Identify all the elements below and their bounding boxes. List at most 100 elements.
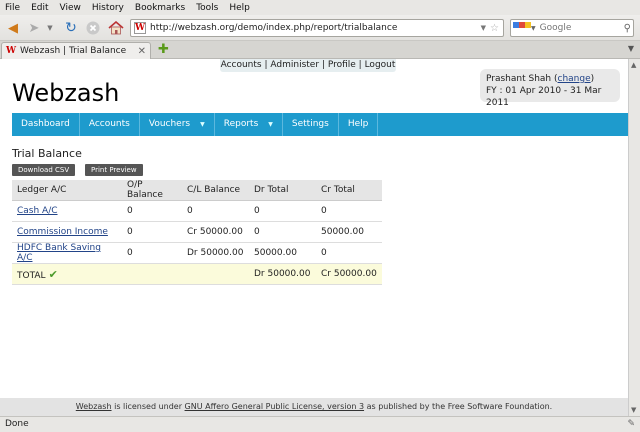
user-info-box: Prashant Shah (change) FY : 01 Apr 2010 … bbox=[480, 69, 620, 108]
link-profile[interactable]: Profile bbox=[328, 60, 356, 70]
new-tab-icon[interactable]: ✚ bbox=[158, 42, 169, 57]
google-engine-icon[interactable] bbox=[513, 22, 531, 34]
check-icon: ✔ bbox=[48, 267, 58, 281]
page-footer: Webzash is licensed under GNU Affero Gen… bbox=[0, 398, 628, 416]
trial-balance-table: Ledger A/C O/P Balance C/L Balance Dr To… bbox=[12, 180, 382, 285]
back-button[interactable]: ◀ bbox=[4, 19, 22, 37]
ledger-link[interactable]: Cash A/C bbox=[17, 206, 58, 216]
ledger-link[interactable]: HDFC Bank Saving A/C bbox=[17, 243, 101, 263]
cr-total-cell: 0 bbox=[316, 242, 382, 264]
link-logout[interactable]: Logout bbox=[365, 60, 396, 70]
op-balance-cell: 0 bbox=[122, 221, 182, 243]
link-administer[interactable]: Administer bbox=[270, 60, 319, 70]
menu-history[interactable]: History bbox=[92, 3, 124, 13]
main-navigation: Dashboard Accounts Vouchers ▼ Reports ▼ Se… bbox=[12, 113, 632, 136]
search-bar[interactable]: ▼ ⚲ bbox=[510, 19, 634, 37]
footer-license-link[interactable]: GNU Affero General Public License, versi… bbox=[185, 402, 365, 411]
url-dropdown-icon[interactable]: ▼ bbox=[481, 24, 486, 32]
table-row: Commission Income 0 Cr 50000.00 0 50000.… bbox=[12, 221, 382, 243]
op-balance-cell: 0 bbox=[122, 200, 182, 222]
addon-icon[interactable]: ✎ bbox=[627, 417, 635, 432]
total-row: TOTAL ✔ Dr 50000.00 Cr 50000.00 bbox=[12, 263, 382, 285]
status-bar: Done ✎ bbox=[0, 416, 640, 432]
download-csv-button[interactable]: Download CSV bbox=[12, 164, 76, 176]
page-title: Trial Balance bbox=[12, 147, 82, 160]
total-cr-cell: Cr 50000.00 bbox=[316, 263, 382, 285]
web-page: Accounts | Administer | Profile | Logout… bbox=[0, 59, 640, 416]
menu-bookmarks[interactable]: Bookmarks bbox=[135, 3, 185, 13]
status-text: Done bbox=[5, 419, 29, 429]
nav-vouchers[interactable]: Vouchers ▼ bbox=[140, 113, 215, 136]
address-bar[interactable]: W http://webzash.org/demo/index.php/repo… bbox=[130, 19, 504, 37]
search-icon[interactable]: ⚲ bbox=[624, 23, 631, 34]
footer-webzash-link[interactable]: Webzash bbox=[76, 402, 112, 411]
col-cl-balance: C/L Balance bbox=[182, 180, 249, 201]
nav-accounts[interactable]: Accounts bbox=[80, 113, 140, 136]
col-op-balance: O/P Balance bbox=[122, 180, 182, 201]
forward-button[interactable]: ➤ bbox=[26, 19, 42, 37]
close-tab-icon[interactable]: ✕ bbox=[138, 46, 146, 57]
menu-view[interactable]: View bbox=[60, 3, 81, 13]
site-favicon-icon: W bbox=[134, 22, 146, 34]
search-input[interactable] bbox=[539, 23, 620, 33]
table-row: Cash A/C 0 0 0 0 bbox=[12, 200, 382, 222]
table-row: HDFC Bank Saving A/C 0 Dr 50000.00 50000… bbox=[12, 242, 382, 264]
print-preview-button[interactable]: Print Preview bbox=[85, 164, 143, 176]
col-ledger: Ledger A/C bbox=[12, 180, 122, 201]
home-icon bbox=[108, 21, 124, 35]
menu-bar: File Edit View History Bookmarks Tools H… bbox=[0, 0, 640, 15]
tab-list-icon[interactable]: ▼ bbox=[628, 44, 634, 53]
reload-icon: ↻ bbox=[65, 20, 77, 36]
dr-total-cell: 0 bbox=[249, 200, 316, 222]
vertical-scrollbar[interactable]: ▲ ▼ bbox=[628, 59, 640, 416]
total-dr-cell: Dr 50000.00 bbox=[249, 263, 316, 285]
scroll-up-icon[interactable]: ▲ bbox=[631, 61, 636, 69]
cr-total-cell: 0 bbox=[316, 200, 382, 222]
forward-arrow-icon: ➤ bbox=[28, 20, 40, 36]
menu-tools[interactable]: Tools bbox=[196, 3, 218, 13]
nav-help[interactable]: Help bbox=[339, 113, 379, 136]
col-dr-total: Dr Total bbox=[249, 180, 316, 201]
navigation-toolbar: ◀ ➤ ▼ ↻ W http://webzash.org/demo/index.… bbox=[0, 15, 640, 41]
engine-dropdown-icon[interactable]: ▼ bbox=[531, 25, 536, 32]
tab-title: Webzash | Trial Balance bbox=[20, 46, 127, 56]
total-label: TOTAL bbox=[17, 270, 46, 281]
bookmark-star-icon[interactable]: ☆ bbox=[490, 23, 499, 34]
home-button[interactable] bbox=[106, 19, 126, 37]
cl-balance-cell: Cr 50000.00 bbox=[182, 221, 249, 243]
top-links: Accounts | Administer | Profile | Logout bbox=[220, 59, 396, 72]
nav-dashboard[interactable]: Dashboard bbox=[12, 113, 80, 136]
stop-icon bbox=[86, 21, 100, 35]
table-header-row: Ledger A/C O/P Balance C/L Balance Dr To… bbox=[12, 180, 382, 201]
op-balance-cell: 0 bbox=[122, 242, 182, 264]
change-link[interactable]: change bbox=[558, 74, 591, 84]
menu-help[interactable]: Help bbox=[229, 3, 250, 13]
cr-total-cell: 50000.00 bbox=[316, 221, 382, 243]
back-arrow-icon: ◀ bbox=[8, 20, 18, 36]
fiscal-year: FY : 01 Apr 2010 - 31 Mar 2011 bbox=[486, 86, 602, 108]
dr-total-cell: 50000.00 bbox=[249, 242, 316, 264]
link-accounts[interactable]: Accounts bbox=[221, 60, 262, 70]
history-dropdown-button[interactable]: ▼ bbox=[45, 19, 55, 37]
col-cr-total: Cr Total bbox=[316, 180, 382, 201]
chevron-down-icon: ▼ bbox=[200, 121, 205, 128]
menu-edit[interactable]: Edit bbox=[31, 3, 48, 13]
cl-balance-cell: 0 bbox=[182, 200, 249, 222]
cl-balance-cell: Dr 50000.00 bbox=[182, 242, 249, 264]
chevron-down-icon: ▼ bbox=[268, 121, 273, 128]
menu-file[interactable]: File bbox=[5, 3, 20, 13]
dr-total-cell: 0 bbox=[249, 221, 316, 243]
chevron-down-icon: ▼ bbox=[47, 24, 53, 32]
tab-trial-balance[interactable]: W Webzash | Trial Balance ✕ bbox=[1, 42, 151, 59]
scroll-down-icon[interactable]: ▼ bbox=[631, 406, 636, 414]
site-logo[interactable]: Webzash bbox=[12, 79, 119, 107]
user-name: Prashant Shah bbox=[486, 74, 552, 84]
reload-button[interactable]: ↻ bbox=[62, 19, 80, 37]
nav-reports[interactable]: Reports ▼ bbox=[215, 113, 283, 136]
stop-button[interactable] bbox=[84, 19, 102, 37]
url-text[interactable]: http://webzash.org/demo/index.php/report… bbox=[150, 23, 481, 33]
nav-settings[interactable]: Settings bbox=[283, 113, 339, 136]
ledger-link[interactable]: Commission Income bbox=[17, 227, 108, 237]
tab-favicon-icon: W bbox=[6, 46, 17, 56]
tab-strip: W Webzash | Trial Balance ✕ ✚ ▼ bbox=[0, 41, 640, 59]
